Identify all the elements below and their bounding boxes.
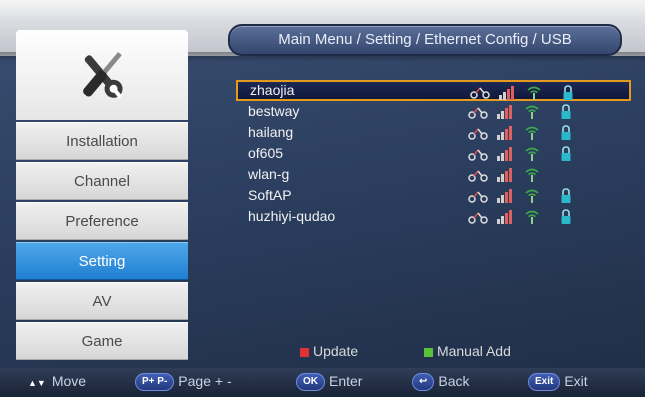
help-back: ↩ Back (412, 368, 470, 395)
help-page: P+ P- Page + - (135, 368, 232, 395)
network-list: zhaojia bestway hailang of605 wlan-g SoftAP hu… (236, 80, 631, 290)
page-key-icon: P+ P- (135, 373, 175, 392)
network-row[interactable]: SoftAP (236, 185, 631, 206)
network-name: hailang (248, 124, 294, 140)
help-move: ▲▼ Move (28, 373, 87, 389)
help-enter: OK Enter (296, 368, 362, 395)
network-row[interactable]: of605 (236, 143, 631, 164)
red-key-icon (300, 347, 309, 357)
network-row[interactable]: wlan-g (236, 164, 631, 185)
empty-row (236, 248, 631, 269)
network-name: zhaojia (250, 82, 295, 98)
ok-key-icon: OK (296, 373, 325, 392)
network-name: of605 (248, 145, 284, 161)
network-row[interactable]: huzhiyi-qudao (236, 206, 631, 227)
green-key-icon (423, 347, 433, 357)
connection-icon (468, 209, 488, 230)
empty-row (236, 227, 631, 248)
menu-item-game[interactable]: Game (16, 322, 188, 360)
menu-item-channel[interactable]: Channel (16, 162, 188, 200)
network-name: huzhiyi-qudao (248, 208, 336, 224)
manual-add-label[interactable]: Manual Add (437, 343, 511, 359)
menu-header (16, 30, 188, 120)
tools-icon (83, 52, 123, 99)
help-bar: ▲▼ Move P+ P- Page + - OK Enter ↩ Back Exit E… (0, 368, 645, 395)
network-name: SoftAP (248, 187, 292, 203)
menu-item-av[interactable]: AV (16, 282, 188, 320)
signal-strength-icon (496, 209, 514, 230)
network-row[interactable]: zhaojia (236, 80, 631, 101)
wifi-icon (524, 209, 540, 230)
lock-icon (560, 209, 572, 230)
menu-item-installation[interactable]: Installation (16, 122, 188, 160)
network-name: bestway (248, 103, 300, 119)
back-key-icon: ↩ (412, 373, 435, 392)
update-label[interactable]: Update (313, 343, 358, 359)
menu-item-setting[interactable]: Setting (16, 242, 188, 280)
network-row[interactable]: hailang (236, 122, 631, 143)
network-name: wlan-g (248, 166, 290, 182)
menu-item-preference[interactable]: Preference (16, 202, 188, 240)
empty-row (236, 269, 631, 290)
breadcrumb: Main Menu / Setting / Ethernet Config / … (228, 24, 622, 56)
help-exit: Exit Exit (528, 368, 588, 395)
network-row[interactable]: bestway (236, 101, 631, 122)
main-menu: Installation Channel Preference Setting … (16, 30, 188, 365)
exit-key-icon: Exit (528, 373, 561, 392)
color-key-legend: Update Manual Add (300, 343, 511, 359)
arrows-icon: ▲▼ (28, 378, 46, 388)
